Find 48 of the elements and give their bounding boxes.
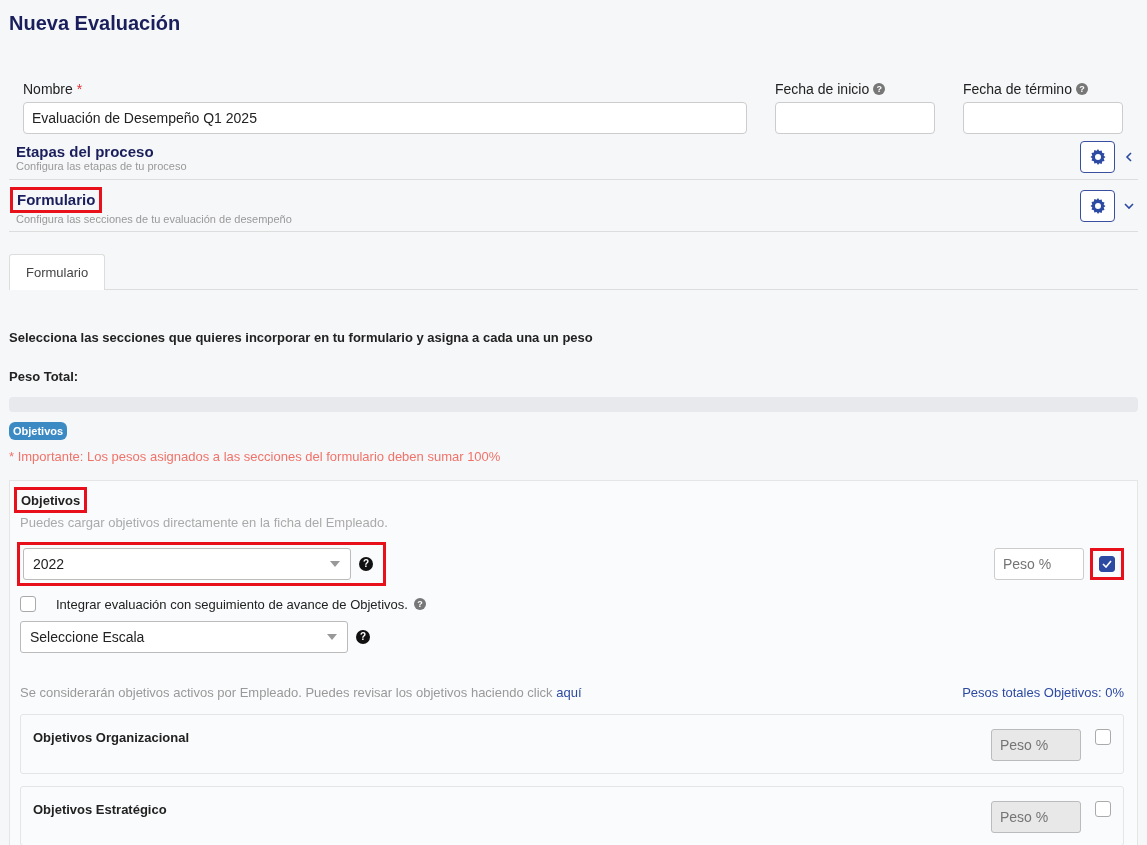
checkbox[interactable] [1095,801,1111,817]
page-title: Nueva Evaluación [9,12,182,35]
help-icon[interactable]: ? [413,598,426,610]
section-badge: Objetivos [9,422,68,440]
link[interactable]: aquí [556,685,582,700]
chevron-left-icon[interactable] [1123,151,1135,163]
checkmark-icon [1102,560,1112,568]
card-title: Objetivos [21,493,81,508]
help-icon[interactable]: ? [1075,83,1088,95]
name-field[interactable]: Evaluación de Desempeño Q1 2025 [23,102,747,134]
field-label: Fecha de inicio [775,81,870,97]
chevron-down-icon[interactable] [1123,200,1135,212]
settings-button[interactable] [1080,141,1115,173]
section-title: Formulario [17,191,96,208]
group-title: Objetivos Organizacional [33,730,191,745]
instruction-text: Selecciona las secciones que quieres incorporar en tu formulario y asigna a cada una un peso [9,330,594,345]
section-subtitle: Configura las secciones de tu evaluación de desempeño [16,213,292,225]
field-label: Fecha de término [963,81,1072,97]
totals-text: Pesos totales Objetivos: 0% [962,685,1124,700]
checkbox-label: Integrar evaluación con seguimiento de avance de Objetivos. [56,596,408,612]
checkbox[interactable] [1095,729,1111,745]
checkbox[interactable] [20,596,36,612]
section-title: Etapas del proceso [16,142,154,160]
caret-icon [327,634,337,640]
field-label: Nombre [23,81,73,97]
settings-button[interactable] [1080,190,1115,222]
select-value: Seleccione Escala [30,629,145,645]
gear-icon [1089,198,1106,214]
required-asterisk: * [76,81,83,97]
year-select[interactable]: 2022 [23,548,351,580]
warning-text: * Importante: Los pesos asignados a las secciones del formulario deben sumar 100% [9,449,502,464]
card-subtitle: Puedes cargar objetivos directamente en la ficha del Empleado. [20,515,389,530]
gear-icon [1089,149,1106,165]
help-icon[interactable]: ? [873,83,886,95]
group-title: Objetivos Estratégico [33,802,168,817]
help-icon[interactable]: ? [356,630,370,644]
help-icon[interactable]: ? [359,557,373,571]
date-field[interactable] [963,102,1123,134]
scale-select[interactable]: Seleccione Escala [20,621,348,653]
date-field[interactable] [775,102,935,134]
weight-field[interactable]: Peso % [994,548,1084,580]
note-text: Se considerarán objetivos activos por Empleado. Puedes revisar los objetivos haciendo click aquí [20,685,582,700]
section-subtitle: Configura las etapas de tu proceso [16,159,187,172]
tab[interactable]: Formulario [9,254,106,290]
select-value: 2022 [33,556,65,572]
total-weight-label: Peso Total: [9,369,80,384]
caret-icon [330,561,340,567]
checkbox[interactable] [1099,556,1115,572]
